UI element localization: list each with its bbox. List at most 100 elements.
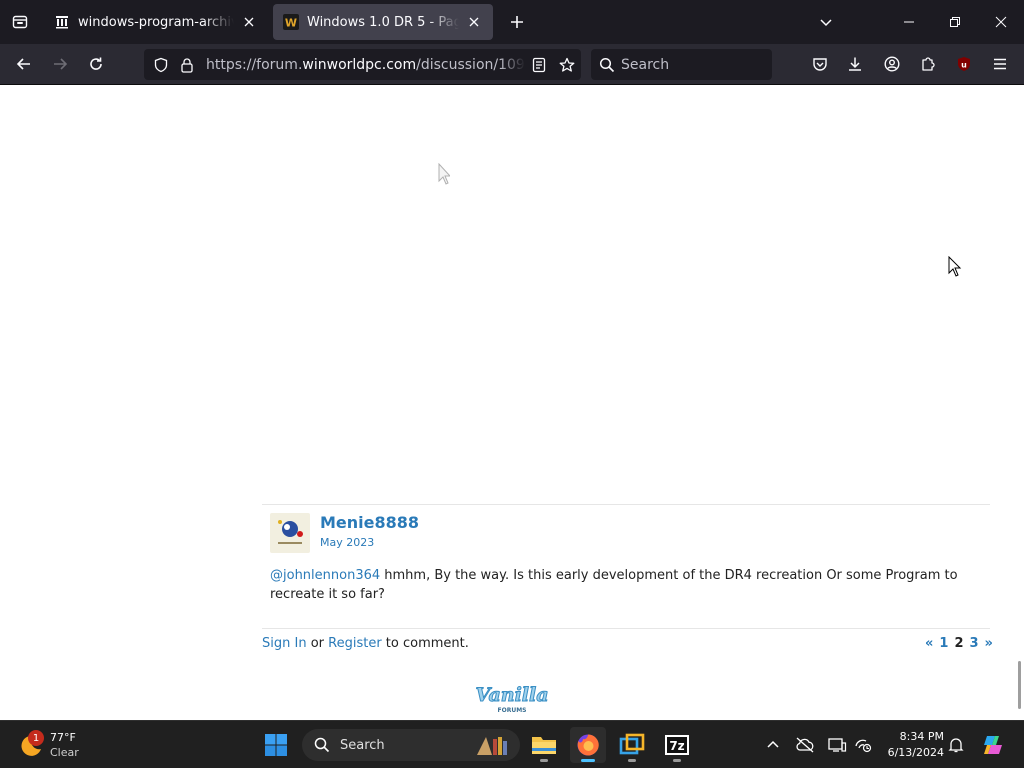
bell-icon — [948, 738, 964, 753]
to-comment-text: to comment. — [381, 636, 469, 651]
ublock-shield-icon: u — [958, 57, 970, 71]
puzzle-icon — [922, 57, 935, 71]
weather-temp: 77°F — [50, 731, 76, 744]
mouse-pointer-icon — [948, 256, 962, 277]
address-bar[interactable]: https://forum.winworldpc.com/discussion/… — [144, 49, 581, 80]
taskbar-search-placeholder: Search — [340, 737, 385, 753]
onedrive-tray[interactable] — [793, 733, 817, 757]
avatar[interactable] — [270, 513, 310, 553]
folder-icon — [532, 737, 556, 754]
url-host: winworldpc.com — [302, 56, 417, 73]
pager-previous-link[interactable]: « — [925, 636, 933, 651]
arrow-left-icon — [16, 58, 30, 70]
close-icon — [995, 16, 1007, 28]
clock[interactable]: 8:34 PM 6/13/2024 — [882, 729, 944, 761]
arrow-right-icon — [54, 58, 68, 70]
app-menu-button[interactable] — [986, 50, 1014, 78]
pagination: « 1 2 3 » — [925, 636, 993, 651]
extensions-button[interactable] — [914, 50, 942, 78]
7zip-icon: 7z — [665, 735, 689, 755]
clock-time: 8:34 PM — [899, 730, 944, 743]
pager-page-1-link[interactable]: 1 — [939, 636, 948, 651]
restore-button[interactable] — [932, 0, 978, 44]
search-icon — [599, 57, 615, 73]
network-tray[interactable] — [851, 733, 875, 757]
close-window-button[interactable] — [978, 0, 1024, 44]
list-all-tabs-button[interactable] — [812, 8, 840, 36]
register-link[interactable]: Register — [328, 636, 382, 651]
search-input[interactable]: Search — [591, 49, 772, 80]
scrollbar-thumb[interactable] — [1018, 661, 1021, 709]
plus-icon — [511, 16, 523, 28]
account-button[interactable] — [878, 50, 906, 78]
notifications-button[interactable] — [944, 733, 968, 757]
cloud-offline-icon — [796, 737, 814, 753]
tab-close-icon[interactable] — [465, 13, 483, 31]
firefox-view-icon — [12, 15, 28, 29]
reader-view-icon[interactable] — [525, 57, 553, 73]
taskbar-file-explorer[interactable] — [526, 727, 562, 763]
lock-icon[interactable] — [176, 57, 198, 73]
pager-next-link[interactable]: » — [985, 636, 993, 651]
weather-widget[interactable]: 1 77°F Clear — [18, 727, 79, 763]
tab-windows-1-dr5[interactable]: W Windows 1.0 DR 5 - Page 2 — W — [273, 4, 493, 40]
taskbar-virtual-machine-app[interactable] — [614, 727, 650, 763]
taskbar-firefox[interactable] — [570, 727, 606, 763]
minimize-icon — [904, 21, 914, 23]
url-text[interactable]: https://forum.winworldpc.com/discussion/… — [206, 57, 525, 73]
navigation-toolbar: https://forum.winworldpc.com/discussion/… — [0, 44, 1024, 105]
reload-button[interactable] — [81, 49, 111, 79]
pager-page-3-link[interactable]: 3 — [970, 636, 979, 651]
new-tab-button[interactable] — [503, 8, 531, 36]
clock-date: 6/13/2024 — [887, 746, 944, 759]
running-indicator — [540, 759, 548, 762]
tab-title: Windows 1.0 DR 5 - Page 2 — W — [307, 14, 459, 30]
firefox-view-button[interactable] — [0, 0, 40, 44]
vanilla-logo-sub: FORUMS — [498, 707, 527, 714]
back-button[interactable] — [9, 49, 39, 79]
tab-windows-program-archive[interactable]: windows-program-archive dire — [44, 4, 268, 40]
minimize-button[interactable] — [886, 0, 932, 44]
start-button[interactable] — [258, 727, 294, 763]
windows-logo-icon — [265, 734, 287, 756]
chevron-up-icon — [767, 740, 779, 748]
show-hidden-icons-button[interactable] — [761, 733, 785, 757]
vanilla-logo-word: Vanilla — [475, 684, 548, 706]
search-highlight-books-icon — [477, 737, 507, 755]
tab-title: windows-program-archive dire — [78, 14, 234, 30]
taskbar-7zip[interactable]: 7z — [659, 727, 695, 763]
vanilla-forums-logo[interactable]: Vanilla FORUMS — [474, 681, 550, 719]
search-icon — [314, 737, 330, 753]
svg-text:u: u — [961, 61, 967, 70]
downloads-button[interactable] — [841, 50, 869, 78]
pocket-button[interactable] — [806, 50, 834, 78]
network-icon — [855, 739, 872, 753]
user-mention-link[interactable]: @johnlennon364 — [270, 568, 380, 583]
url-prefix: https://forum. — [206, 56, 303, 73]
divider — [262, 628, 990, 629]
account-icon — [884, 56, 900, 72]
display-tray[interactable] — [825, 733, 849, 757]
search-placeholder: Search — [621, 56, 670, 73]
moon-icon: 1 — [18, 730, 44, 758]
copilot-button[interactable] — [980, 732, 1006, 758]
running-indicator — [628, 759, 636, 762]
reload-icon — [90, 57, 102, 70]
running-indicator — [581, 759, 595, 762]
winworld-icon: W — [283, 14, 299, 30]
sign-in-link[interactable]: Sign In — [262, 636, 307, 651]
shield-icon[interactable] — [146, 57, 176, 73]
tab-close-icon[interactable] — [240, 13, 258, 31]
or-text: or — [306, 636, 329, 651]
taskbar-search-input[interactable]: Search — [302, 729, 520, 761]
hamburger-menu-icon — [994, 58, 1006, 70]
tab-strip: windows-program-archive dire W Windows 1… — [0, 0, 1024, 44]
ublock-origin-button[interactable]: u — [950, 50, 978, 78]
bookmark-star-icon[interactable] — [553, 57, 581, 73]
monitor-icon — [828, 738, 847, 752]
forward-button[interactable] — [45, 49, 75, 79]
pocket-icon — [813, 58, 827, 71]
comment-body: @johnlennon364 hmhm, By the way. Is this… — [270, 566, 970, 604]
comment-date-link[interactable]: May 2023 — [320, 536, 374, 549]
comment-author-link[interactable]: Menie8888 — [320, 513, 419, 532]
